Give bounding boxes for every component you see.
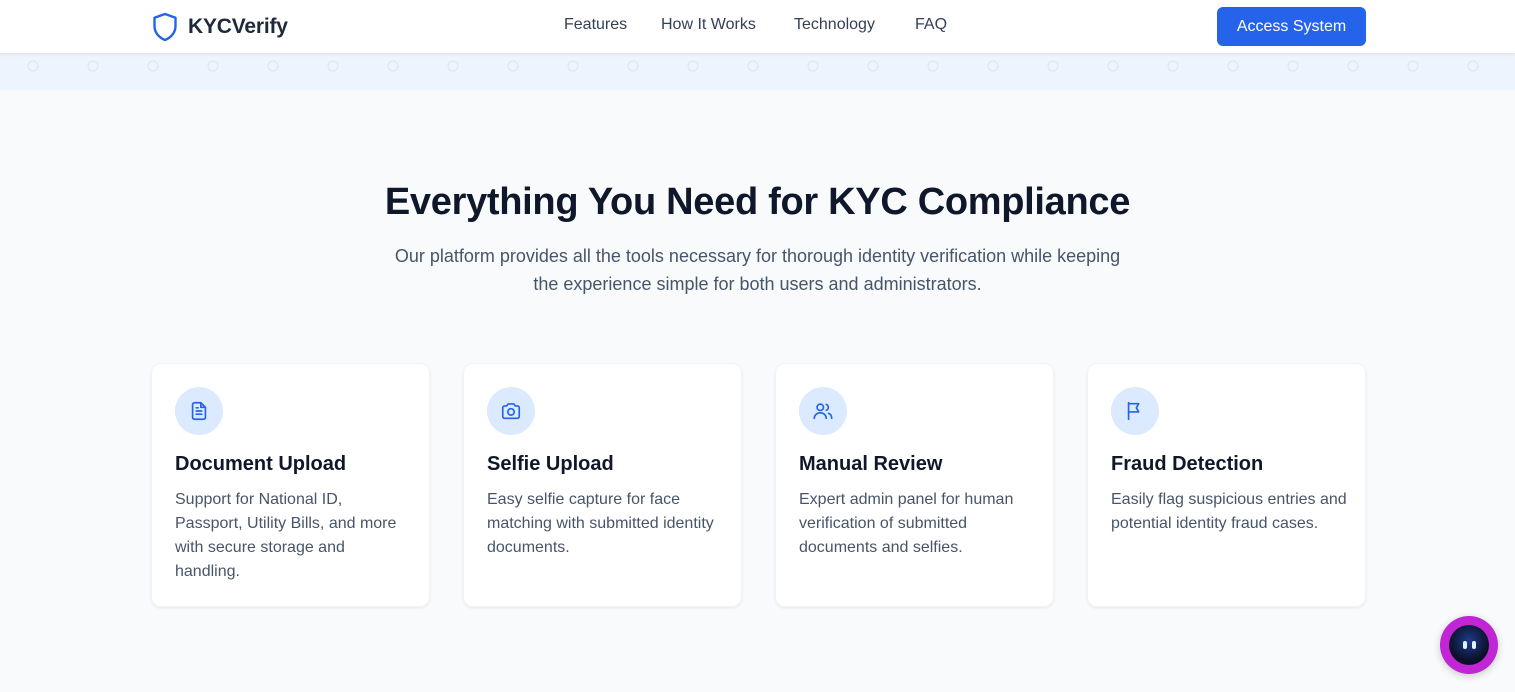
nav-link-faq[interactable]: FAQ — [915, 16, 947, 34]
document-icon — [191, 401, 207, 421]
section-subtitle: Our platform provides all the tools nece… — [394, 246, 1121, 294]
feature-icon-badge — [175, 387, 223, 435]
feature-description: Easy selfie capture for face matching wi… — [487, 491, 714, 556]
access-system-button[interactable]: Access System — [1217, 7, 1366, 46]
feature-description: Easily flag suspicious entries and poten… — [1111, 491, 1347, 532]
bot-eye-right — [1471, 641, 1476, 649]
users-icon — [813, 403, 833, 420]
feature-icon-badge — [1111, 387, 1159, 435]
nav-link-features[interactable]: Features — [564, 16, 627, 34]
chat-bot-icon — [1449, 625, 1489, 665]
feature-icon-badge — [799, 387, 847, 435]
feature-description: Support for National ID, Passport, Utili… — [175, 491, 397, 580]
feature-title: Fraud Detection — [1111, 453, 1264, 475]
nav-link-technology[interactable]: Technology — [794, 16, 875, 34]
feature-card-selfie-upload: Selfie Upload Easy selfie capture for fa… — [463, 363, 742, 607]
chat-widget-button[interactable] — [1440, 616, 1498, 674]
section-title: Everything You Need for KYC Compliance — [384, 181, 1131, 223]
feature-card-manual-review: Manual Review Expert admin panel for hum… — [775, 363, 1054, 607]
pattern-circles — [27, 60, 1479, 72]
flag-icon — [1127, 401, 1140, 421]
nav-link-how-it-works[interactable]: How It Works — [661, 16, 756, 34]
feature-title: Selfie Upload — [487, 453, 614, 475]
top-navbar: KYCVerify Features How It Works Technolo… — [0, 0, 1515, 54]
feature-title: Document Upload — [175, 453, 347, 475]
decorative-pattern-band — [0, 54, 1515, 90]
feature-card-fraud-detection: Fraud Detection Easily flag suspicious e… — [1087, 363, 1366, 607]
feature-title: Manual Review — [799, 453, 943, 475]
feature-card-document-upload: Document Upload Support for National ID,… — [151, 363, 430, 607]
camera-icon — [501, 403, 521, 420]
feature-icon-badge — [487, 387, 535, 435]
bot-eye-left — [1462, 641, 1467, 649]
feature-description: Expert admin panel for human verificatio… — [799, 491, 1014, 556]
